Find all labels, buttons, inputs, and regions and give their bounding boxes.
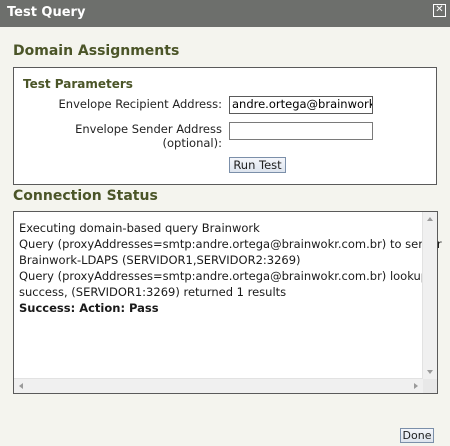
dialog-title: Test Query bbox=[7, 5, 86, 20]
status-log-content: Executing domain-based query Brainwork Q… bbox=[19, 220, 442, 316]
connection-status-log[interactable]: Executing domain-based query Brainwork Q… bbox=[13, 211, 442, 394]
status-line: Brainwork-LDAPS (SERVIDOR1,SERVIDOR2:326… bbox=[19, 253, 301, 267]
sender-address-label-line2: (optional): bbox=[162, 136, 222, 150]
status-line: Query (proxyAddresses=smtp:andre.ortega@… bbox=[19, 237, 442, 251]
domain-assignments-heading: Domain Assignments bbox=[13, 43, 180, 59]
scroll-down-icon[interactable] bbox=[427, 370, 433, 374]
vertical-scrollbar[interactable] bbox=[422, 212, 437, 379]
scroll-up-icon[interactable] bbox=[427, 217, 433, 221]
status-line: Executing domain-based query Brainwork bbox=[19, 221, 260, 235]
status-line: Query (proxyAddresses=smtp:andre.ortega@… bbox=[19, 269, 429, 283]
test-query-dialog: Test Query ✕ Domain Assignments Test Par… bbox=[0, 0, 450, 446]
test-parameters-panel: Test Parameters Envelope Recipient Addre… bbox=[13, 67, 437, 185]
recipient-address-label: Envelope Recipient Address: bbox=[58, 97, 222, 111]
test-parameters-heading: Test Parameters bbox=[23, 77, 133, 91]
sender-address-label: Envelope Sender Address (optional): bbox=[75, 122, 222, 150]
status-line: success, (SERVIDOR1:3269) returned 1 res… bbox=[19, 285, 287, 299]
status-result-line: Success: Action: Pass bbox=[19, 301, 159, 315]
close-icon: ✕ bbox=[435, 4, 444, 15]
scroll-right-icon[interactable] bbox=[414, 383, 418, 389]
connection-status-heading: Connection Status bbox=[13, 188, 158, 204]
close-button[interactable]: ✕ bbox=[433, 4, 446, 17]
scroll-left-icon[interactable] bbox=[19, 383, 23, 389]
title-bar: Test Query ✕ bbox=[0, 0, 450, 27]
sender-address-label-line1: Envelope Sender Address bbox=[75, 122, 222, 136]
done-button[interactable]: Done bbox=[400, 428, 434, 443]
recipient-address-input[interactable]: andre.ortega@brainwork.c bbox=[229, 96, 373, 114]
horizontal-scrollbar[interactable] bbox=[14, 378, 423, 393]
run-test-button[interactable]: Run Test bbox=[229, 157, 286, 173]
sender-address-input[interactable] bbox=[229, 122, 373, 140]
scrollbar-corner bbox=[423, 379, 437, 393]
